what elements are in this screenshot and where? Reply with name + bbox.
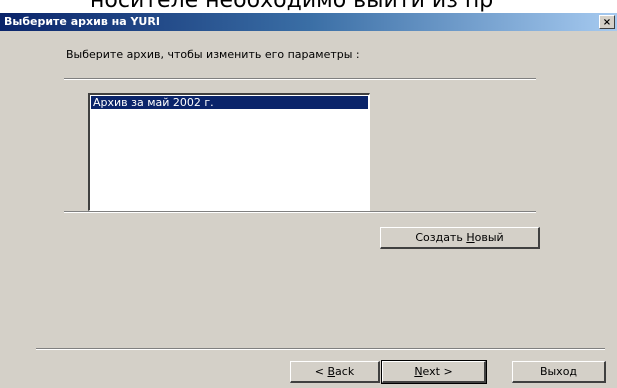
close-button[interactable]: × <box>599 15 615 29</box>
archive-list-item[interactable]: Архив за май 2002 г. <box>91 96 368 109</box>
archive-listbox[interactable]: Архив за май 2002 г. <box>88 93 370 211</box>
next-button[interactable]: Next > <box>381 360 487 384</box>
next-mnemonic: N <box>414 365 423 378</box>
archive-select-dialog: Выберите архив на YURI × Выберите архив,… <box>0 13 617 388</box>
back-label-prefix: < <box>314 365 328 378</box>
bottom-separator <box>36 348 605 350</box>
back-button[interactable]: < Back <box>290 361 380 383</box>
middle-separator <box>64 211 536 213</box>
create-new-button[interactable]: Создать Новый <box>380 227 540 249</box>
create-new-mnemonic: Н <box>466 231 475 244</box>
exit-button[interactable]: Выход <box>512 361 606 383</box>
create-new-label-suffix: овый <box>474 231 504 244</box>
close-icon: × <box>602 16 612 28</box>
next-label-suffix: ext > <box>422 365 453 378</box>
create-new-label-prefix: Создать <box>415 231 467 244</box>
background-document-text: носителе необходимо выйти из пр <box>90 0 494 13</box>
dialog-title: Выберите архив на YURI <box>4 15 160 28</box>
prompt-label: Выберите архив, чтобы изменить его парам… <box>66 48 360 61</box>
back-mnemonic: B <box>327 365 336 378</box>
top-separator <box>64 78 536 80</box>
title-bar[interactable]: Выберите архив на YURI × <box>0 13 617 31</box>
back-label-suffix: ack <box>335 365 355 378</box>
